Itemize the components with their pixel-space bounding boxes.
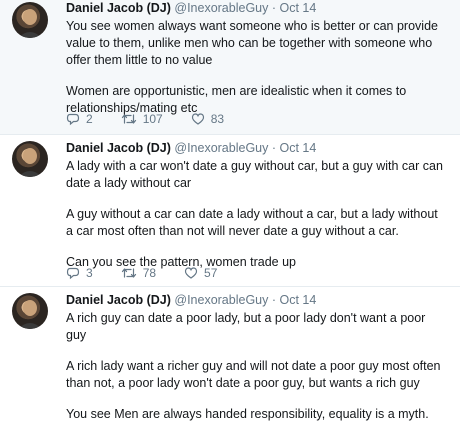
tweet-paragraph: A rich lady want a richer guy and will n… xyxy=(66,359,441,390)
tweet-text: A lady with a car won't date a guy witho… xyxy=(66,158,448,271)
tweet-actions: 3 78 57 xyxy=(66,265,245,281)
like-button[interactable]: 83 xyxy=(191,112,224,126)
like-count: 57 xyxy=(204,266,218,280)
tweet-3[interactable]: Daniel Jacob (DJ) @InexorableGuy · Oct 1… xyxy=(0,287,460,421)
tweet-paragraph: A rich guy can date a poor lady, but a p… xyxy=(66,311,426,342)
tweet-paragraph: You see Men are always handed responsibi… xyxy=(66,407,429,421)
timestamp[interactable]: Oct 14 xyxy=(280,141,317,155)
tweet-header: Daniel Jacob (DJ) @InexorableGuy · Oct 1… xyxy=(66,0,448,16)
display-name[interactable]: Daniel Jacob (DJ) xyxy=(66,293,171,307)
reply-icon xyxy=(66,267,80,280)
timestamp[interactable]: Oct 14 xyxy=(280,1,317,15)
tweet-text: A rich guy can date a poor lady, but a p… xyxy=(66,310,448,423)
retweet-icon xyxy=(121,114,136,124)
retweet-count: 107 xyxy=(142,112,163,126)
separator: · xyxy=(271,1,277,15)
reply-count: 2 xyxy=(86,112,93,126)
tweet-header: Daniel Jacob (DJ) @InexorableGuy · Oct 1… xyxy=(66,292,448,308)
separator: · xyxy=(271,293,277,307)
retweet-button[interactable]: 78 xyxy=(121,266,156,280)
display-name[interactable]: Daniel Jacob (DJ) xyxy=(66,141,171,155)
avatar[interactable] xyxy=(12,293,48,329)
avatar[interactable] xyxy=(12,141,48,177)
tweet-paragraph: A guy without a car can date a lady with… xyxy=(66,207,438,238)
heart-icon xyxy=(184,267,198,279)
handle[interactable]: @InexorableGuy xyxy=(174,141,268,155)
tweet-paragraph: A lady with a car won't date a guy witho… xyxy=(66,159,443,190)
reply-icon xyxy=(66,113,80,126)
display-name[interactable]: Daniel Jacob (DJ) xyxy=(66,1,171,15)
separator: · xyxy=(271,141,277,155)
handle[interactable]: @InexorableGuy xyxy=(174,1,268,15)
retweet-count: 78 xyxy=(142,266,157,280)
reply-button[interactable]: 2 xyxy=(66,112,93,126)
heart-icon xyxy=(191,113,204,125)
tweet-text: You see women always want someone who is… xyxy=(66,18,448,117)
reply-button[interactable]: 3 xyxy=(66,266,93,280)
tweet-2[interactable]: Daniel Jacob (DJ) @InexorableGuy · Oct 1… xyxy=(0,135,460,286)
reply-count: 3 xyxy=(86,266,93,280)
retweet-button[interactable]: 107 xyxy=(121,112,163,126)
like-button[interactable]: 57 xyxy=(184,266,217,280)
avatar[interactable] xyxy=(12,2,48,38)
tweet-actions: 2 107 83 xyxy=(66,111,252,127)
retweet-icon xyxy=(121,268,136,278)
handle[interactable]: @InexorableGuy xyxy=(174,293,268,307)
tweet-header: Daniel Jacob (DJ) @InexorableGuy · Oct 1… xyxy=(66,140,448,156)
like-count: 83 xyxy=(210,112,225,126)
tweet-paragraph: You see women always want someone who is… xyxy=(66,19,438,67)
tweet-1[interactable]: Daniel Jacob (DJ) @InexorableGuy · Oct 1… xyxy=(0,0,460,134)
timestamp[interactable]: Oct 14 xyxy=(280,293,317,307)
